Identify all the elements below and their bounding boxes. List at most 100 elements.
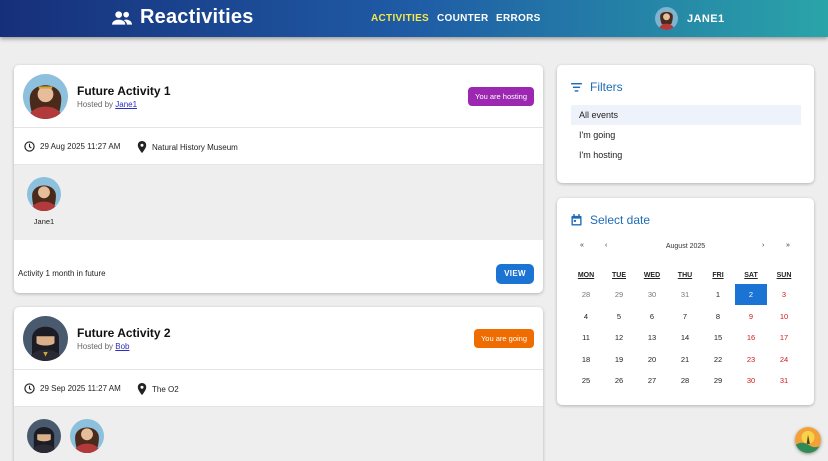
filter-all-events[interactable]: All events [571,105,801,125]
attendee-avatar[interactable] [27,419,61,453]
calendar-day[interactable]: 29 [702,370,734,391]
weekday-header: TUE [612,272,626,279]
weekday-header: MON [577,272,595,279]
floating-avatar-button[interactable] [795,427,821,453]
calendar-day[interactable]: 10 [768,306,800,327]
calendar-day[interactable]: 11 [570,327,602,348]
status-badge: You are going [473,329,534,348]
filters-panel: Filters All events I'm going I'm hosting [557,65,814,183]
host-avatar [23,74,68,119]
date-text: 29 Sep 2025 11:27 AM [40,384,121,393]
top-navbar: Reactivities Activities Counter Errors J… [0,0,828,37]
attendee-avatar[interactable] [70,419,104,453]
calendar-day[interactable]: 31 [669,284,701,305]
view-button[interactable]: VIEW [496,264,534,284]
nav-activities[interactable]: Activities [371,13,429,24]
calendar-icon [571,214,582,226]
user-avatar [655,7,678,30]
user-name: JANE1 [687,12,725,25]
next-year-button[interactable]: » [786,242,790,249]
attendee-list: Jane1 [14,165,543,240]
activity-description: Activity 1 month in future [18,269,106,278]
calendar-day[interactable]: 15 [702,327,734,348]
hosted-by-label: Hosted by [77,100,116,109]
filter-im-going[interactable]: I'm going [571,125,801,145]
weekday-header: WED [643,272,661,279]
calendar-day[interactable]: 28 [669,370,701,391]
filters-title: Filters [590,80,623,94]
calendar-day[interactable]: 23 [735,349,767,370]
venue-text: Natural History Museum [152,142,238,152]
brand-title: Reactivities [140,6,254,28]
calendar-day[interactable]: 6 [636,306,668,327]
activity-header: Future Activity 2 Hosted by Bob You are … [14,307,543,370]
brand-link[interactable]: Reactivities [112,6,254,29]
activity-title[interactable]: Future Activity 1 [77,84,171,98]
group-icon [112,10,132,25]
next-month-button[interactable]: › [762,242,764,249]
calendar-day[interactable]: 18 [570,349,602,370]
activity-card: Future Activity 2 Hosted by Bob You are … [14,307,543,461]
host-link[interactable]: Jane1 [115,100,137,109]
activity-venue: The O2 [137,383,179,395]
calendar-day[interactable]: 16 [735,327,767,348]
attendee[interactable]: Jane1 [26,177,62,226]
calendar-day[interactable]: 5 [603,306,635,327]
calendar-day[interactable]: 13 [636,327,668,348]
calendar-day[interactable]: 7 [669,306,701,327]
calendar-day[interactable]: 1 [702,284,734,305]
activity-host: Hosted by Bob [77,342,129,351]
calendar-header: Select date [571,213,650,227]
nav-counter[interactable]: Counter [437,13,489,24]
calendar-day[interactable]: 24 [768,349,800,370]
activity-title[interactable]: Future Activity 2 [77,326,171,340]
weekday-header: FRI [712,272,724,279]
calendar-day[interactable]: 19 [603,349,635,370]
clock-icon [24,141,35,152]
host-avatar [23,316,68,361]
calendar-day[interactable]: 3 [768,284,800,305]
activity-date: 29 Sep 2025 11:27 AM [24,383,121,394]
attendee-name: Jane1 [33,217,55,226]
attendee-list [14,407,543,461]
host-link[interactable]: Bob [115,342,129,351]
activity-host: Hosted by Jane1 [77,100,137,109]
date-picker-panel: Select date « ‹ August 2025 › » MON TUE WE… [557,198,814,405]
calendar-day[interactable]: 14 [669,327,701,348]
calendar-day[interactable]: 8 [702,306,734,327]
calendar-day[interactable]: 25 [570,370,602,391]
calendar-month-label[interactable]: August 2025 [557,243,814,250]
calendar-day[interactable]: 9 [735,306,767,327]
activity-meta: 29 Sep 2025 11:27 AM The O2 [14,371,543,407]
calendar-day[interactable]: 12 [603,327,635,348]
calendar-day[interactable]: 21 [669,349,701,370]
activity-card: Future Activity 1 Hosted by Jane1 You ar… [14,65,543,293]
location-pin-icon [137,383,147,395]
venue-text: The O2 [152,384,179,394]
calendar-day[interactable]: 2 [735,284,767,305]
calendar-day[interactable]: 22 [702,349,734,370]
calendar-day[interactable]: 26 [603,370,635,391]
attendee-avatar [27,177,61,211]
activity-header: Future Activity 1 Hosted by Jane1 You ar… [14,65,543,128]
calendar-day[interactable]: 28 [570,284,602,305]
activity-date: 29 Aug 2025 11:27 AM [24,141,120,152]
calendar-day[interactable]: 29 [603,284,635,305]
calendar-day[interactable]: 31 [768,370,800,391]
calendar-day[interactable]: 27 [636,370,668,391]
user-menu[interactable]: JANE1 [655,7,724,30]
weekday-header: SAT [744,272,758,279]
calendar-day[interactable]: 30 [735,370,767,391]
calendar-title: Select date [590,213,651,227]
filter-im-hosting[interactable]: I'm hosting [571,145,801,165]
calendar-day[interactable]: 30 [636,284,668,305]
calendar-day[interactable]: 20 [636,349,668,370]
date-text: 29 Aug 2025 11:27 AM [40,142,121,151]
nav-errors[interactable]: Errors [496,13,541,24]
hosted-by-label: Hosted by [77,342,116,351]
location-pin-icon [137,141,147,153]
clock-icon [24,383,35,394]
calendar-day[interactable]: 17 [768,327,800,348]
filters-header: Filters [571,80,623,94]
calendar-day[interactable]: 4 [570,306,602,327]
